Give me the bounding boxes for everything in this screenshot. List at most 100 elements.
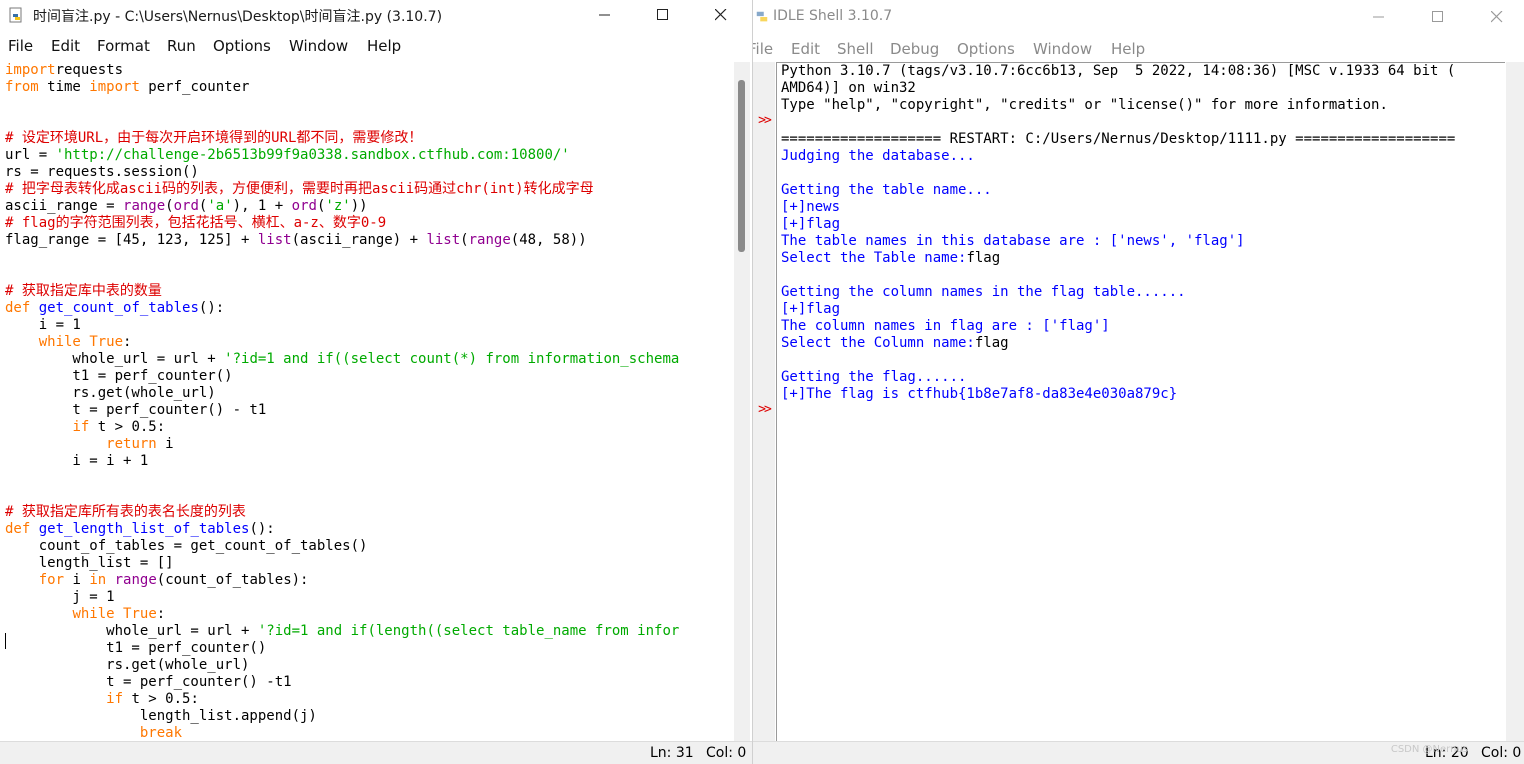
editor-close-button[interactable] <box>698 0 744 30</box>
shell-vertical-scrollbar[interactable] <box>1506 62 1524 742</box>
code-text[interactable]: importrequests from time import perf_coun… <box>5 62 679 742</box>
code-line-token: range <box>114 572 157 588</box>
menu-run[interactable]: Run <box>167 37 196 55</box>
shell-line: Judging the database... <box>781 148 1455 165</box>
code-line-token: length_list = [] <box>5 555 174 571</box>
shell-line: Select the Column name:flag <box>781 335 1455 352</box>
code-line-token: t = perf_counter() - t1 <box>5 402 267 418</box>
code-line-token: i <box>64 572 90 588</box>
code-line-token: ascii_range = <box>5 198 124 214</box>
shell-line-token: flag <box>966 250 1001 266</box>
shell-line-token: Getting the column names in the flag tab… <box>781 284 1186 300</box>
editor-menu-bar: File Edit Format Run Options Window Help <box>0 33 752 59</box>
code-line-token: ord <box>173 198 199 214</box>
menu-edit[interactable]: Edit <box>51 37 80 55</box>
menu-file[interactable]: File <box>8 37 33 55</box>
code-line-token <box>5 436 106 452</box>
code-line-token: i <box>156 436 174 452</box>
menu-format[interactable]: Format <box>97 37 150 55</box>
menu-options[interactable]: Options <box>213 37 271 55</box>
code-line-token: from <box>5 79 39 95</box>
code-line-token: whole_url = url + <box>5 623 258 639</box>
code-line: def get_count_of_tables(): <box>5 300 679 317</box>
code-line-token: )) <box>350 198 368 214</box>
code-line: if t > 0.5: <box>5 419 679 436</box>
code-line-token: in <box>89 572 107 588</box>
shell-line: Getting the column names in the flag tab… <box>781 284 1455 301</box>
shell-line: The column names in flag are : ['flag'] <box>781 318 1455 335</box>
code-line-token: t1 = perf_counter() <box>5 368 233 384</box>
code-line: rs.get(whole_url) <box>5 657 679 674</box>
editor-minimize-button[interactable] <box>582 0 628 30</box>
shell-status-bar: Ln: 20 Col: 0 CSDN @Nernus <box>753 741 1524 764</box>
shell-line: AMD64)] on win32 <box>781 80 1455 97</box>
watermark-text: CSDN @Nernus <box>1390 744 1468 755</box>
shell-line-token: =================== RESTART: C:/Users/Ne… <box>781 131 1456 147</box>
code-line-token: rs = requests.session() <box>5 164 199 180</box>
shell-menu-help[interactable]: Help <box>1111 40 1145 58</box>
code-line-token: : <box>123 334 132 350</box>
code-line-token: rs.get(whole_url) <box>5 657 250 673</box>
code-line: rs.get(whole_url) <box>5 385 679 402</box>
shell-menu-edit[interactable]: Edit <box>791 40 820 58</box>
shell-menu-file[interactable]: File <box>753 40 773 58</box>
shell-minimize-button[interactable] <box>1356 2 1402 32</box>
shell-window-title: IDLE Shell 3.10.7 <box>773 8 893 24</box>
code-line-token: t = perf_counter() -t1 <box>5 674 292 690</box>
code-line-token: # 把字母表转化成ascii码的列表，方便便利，需要时再把ascii码通过chr… <box>5 181 594 197</box>
shell-line-token: The column names in flag are : ['flag'] <box>781 318 1110 334</box>
maximize-icon <box>657 9 668 20</box>
code-line-token: def <box>5 521 31 537</box>
code-line-token: # 获取指定库中表的数量 <box>5 283 162 299</box>
code-line: from time import perf_counter <box>5 79 679 96</box>
code-line-token: j = 1 <box>5 589 115 605</box>
code-line: count_of_tables = get_count_of_tables() <box>5 538 679 555</box>
editor-vertical-scrollbar[interactable] <box>734 62 750 742</box>
code-line: flag_range = [45, 123, 125] + list(ascii… <box>5 232 679 249</box>
shell-menu-options[interactable]: Options <box>957 40 1015 58</box>
menu-help[interactable]: Help <box>367 37 401 55</box>
shell-menu-debug[interactable]: Debug <box>890 40 939 58</box>
code-line-token: import <box>5 62 56 78</box>
editor-title-bar[interactable]: 时间盲注.py - C:\Users\Nernus\Desktop\时间盲注.p… <box>0 0 752 30</box>
shell-output-area[interactable]: Python 3.10.7 (tags/v3.10.7:6cc6b13, Sep… <box>776 62 1505 743</box>
shell-title-bar[interactable]: IDLE Shell 3.10.7 <box>753 0 1524 30</box>
code-line: rs = requests.session() <box>5 164 679 181</box>
code-line: j = 1 <box>5 589 679 606</box>
shell-menu-window[interactable]: Window <box>1033 40 1092 58</box>
menu-window[interactable]: Window <box>289 37 348 55</box>
maximize-icon <box>1432 11 1443 22</box>
code-line-token: while <box>38 334 81 350</box>
shell-line: Python 3.10.7 (tags/v3.10.7:6cc6b13, Sep… <box>781 63 1455 80</box>
code-line-token: ord <box>291 198 317 214</box>
shell-maximize-button[interactable] <box>1415 2 1461 32</box>
code-line-token: t > 0.5: <box>89 419 166 435</box>
code-line-token: time <box>38 79 90 95</box>
shell-line: The table names in this database are : [… <box>781 233 1455 250</box>
code-line-token: range <box>468 232 511 248</box>
close-icon <box>1491 11 1503 23</box>
code-editor-area[interactable]: importrequests from time import perf_coun… <box>0 62 734 742</box>
code-line: i = 1 <box>5 317 679 334</box>
shell-line: [+]flag <box>781 301 1455 318</box>
code-line-token: whole_url = url + <box>5 351 225 367</box>
code-line: url = 'http://challenge-2b6513b99f9a0338… <box>5 147 679 164</box>
shell-text[interactable]: Python 3.10.7 (tags/v3.10.7:6cc6b13, Sep… <box>781 63 1455 403</box>
code-line-token: 'a' <box>207 198 233 214</box>
editor-scrollbar-thumb[interactable] <box>738 80 745 252</box>
code-line: t1 = perf_counter() <box>5 640 679 657</box>
code-line-token <box>5 691 106 707</box>
shell-close-button[interactable] <box>1474 2 1520 32</box>
shell-line-token: [+]The flag is ctfhub{1b8e7af8-da83e4e03… <box>781 386 1178 402</box>
code-line-token: '?id=1 and if((select count(*) from info… <box>224 351 680 367</box>
code-line: whole_url = url + '?id=1 and if((select … <box>5 351 679 368</box>
editor-maximize-button[interactable] <box>640 0 686 30</box>
shell-menu-shell[interactable]: Shell <box>837 40 874 58</box>
code-line-token: def <box>5 300 31 316</box>
code-line-token <box>5 572 39 588</box>
shell-line-token: The table names in this database are : [… <box>781 233 1245 249</box>
code-line-token: ( <box>460 232 469 248</box>
shell-line: Select the Table name:flag <box>781 250 1455 267</box>
